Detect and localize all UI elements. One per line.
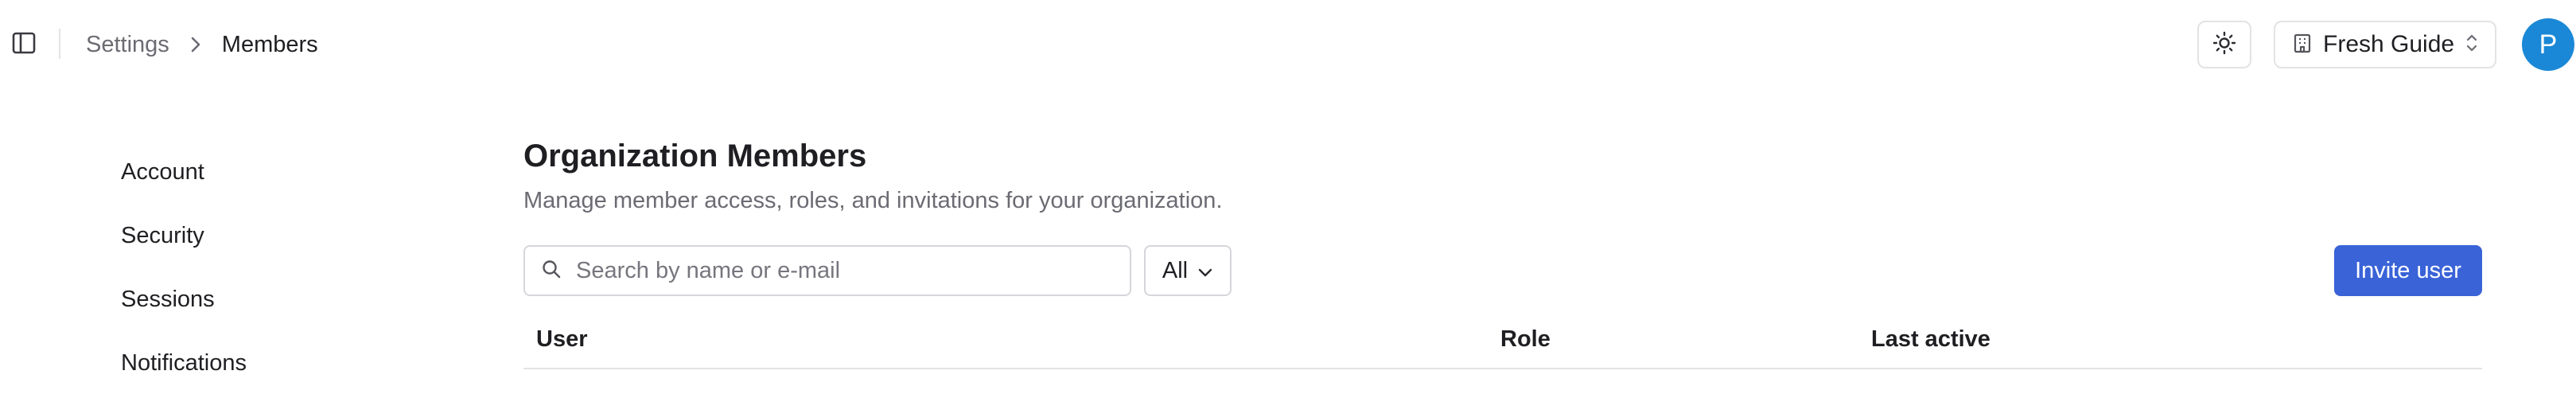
settings-nav: Account Security Sessions Notifications bbox=[121, 140, 247, 395]
building-icon bbox=[2293, 33, 2312, 57]
avatar[interactable]: P bbox=[2522, 18, 2574, 71]
members-toolbar: All Invite user bbox=[523, 245, 2482, 296]
breadcrumb: Settings Members bbox=[86, 27, 318, 62]
sun-icon bbox=[2212, 31, 2236, 59]
filter-selected-value: All bbox=[1162, 257, 1189, 283]
top-bar: Settings Members Fresh Guide P bbox=[0, 0, 2576, 89]
chevrons-up-down-icon bbox=[2465, 33, 2478, 57]
org-name: Fresh Guide bbox=[2323, 31, 2455, 57]
invite-user-button[interactable]: Invite user bbox=[2334, 245, 2482, 296]
theme-toggle-button[interactable] bbox=[2197, 21, 2251, 68]
members-panel: Organization Members Manage member acces… bbox=[523, 134, 2482, 369]
breadcrumb-current: Members bbox=[221, 31, 318, 57]
members-table-header: User Role Last active bbox=[523, 312, 2482, 369]
settings-nav-item-security[interactable]: Security bbox=[121, 204, 247, 267]
settings-nav-item-account[interactable]: Account bbox=[121, 140, 247, 204]
column-header-user[interactable]: User bbox=[536, 326, 588, 353]
settings-nav-item-sessions[interactable]: Sessions bbox=[121, 267, 247, 331]
breadcrumb-settings-link[interactable]: Settings bbox=[86, 32, 169, 58]
page-title: Organization Members bbox=[523, 139, 867, 174]
settings-nav-item-notifications[interactable]: Notifications bbox=[121, 331, 247, 395]
topbar-divider bbox=[59, 29, 60, 59]
org-switcher[interactable]: Fresh Guide bbox=[2274, 21, 2496, 68]
search-input[interactable] bbox=[576, 257, 1101, 284]
member-filter-select[interactable]: All bbox=[1144, 245, 1232, 296]
search-icon bbox=[541, 259, 562, 283]
sidebar-toggle-icon[interactable] bbox=[11, 30, 37, 56]
chevron-down-icon bbox=[1197, 258, 1213, 284]
chevron-right-icon bbox=[190, 36, 201, 53]
column-header-last-active[interactable]: Last active bbox=[1871, 326, 1990, 353]
column-header-role[interactable]: Role bbox=[1500, 326, 1551, 353]
search-box[interactable] bbox=[523, 245, 1131, 296]
page-description: Manage member access, roles, and invitat… bbox=[523, 188, 1223, 213]
